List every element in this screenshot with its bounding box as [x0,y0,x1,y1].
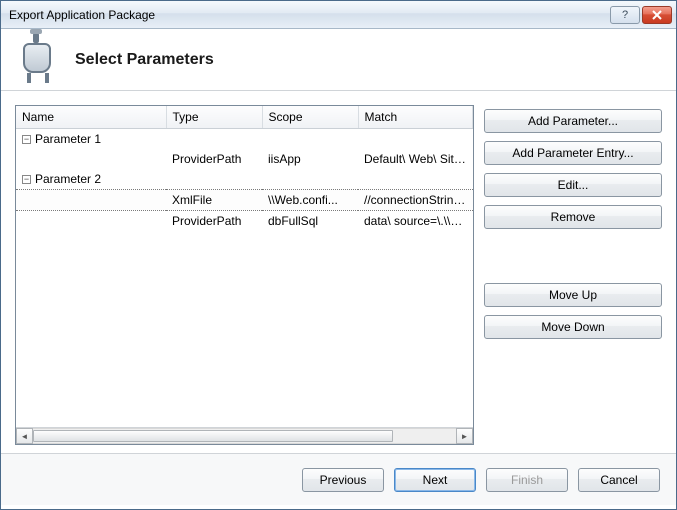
finish-button: Finish [486,468,568,492]
cell-scope [262,169,358,190]
scroll-track[interactable] [33,428,456,444]
page-title: Select Parameters [75,51,214,69]
cell-scope: dbFullSql [262,211,358,232]
scroll-thumb[interactable] [33,430,393,442]
cancel-button[interactable]: Cancel [578,468,660,492]
table-row-selected[interactable]: XmlFile \\Web.confi... //connectionStrin… [16,190,473,211]
window-title: Export Application Package [9,8,608,22]
parameters-grid: Name Type Scope Match −Parameter 1 [15,105,474,445]
column-header-row: Name Type Scope Match [16,106,473,129]
cell-name: Parameter 2 [35,172,101,186]
table-row[interactable]: −Parameter 2 [16,169,473,190]
cell-scope [262,129,358,150]
cell-type: XmlFile [166,190,262,211]
package-icon [17,39,59,81]
horizontal-scrollbar[interactable]: ◄ ► [16,427,473,444]
add-parameter-button[interactable]: Add Parameter... [484,109,662,133]
col-scope[interactable]: Scope [262,106,358,129]
cell-name: Parameter 1 [35,132,101,146]
cell-match: //connectionStrings/ [358,190,473,211]
cell-scope: iisApp [262,149,358,169]
col-type[interactable]: Type [166,106,262,129]
col-name[interactable]: Name [16,106,166,129]
move-up-button[interactable]: Move Up [484,283,662,307]
cell-scope: \\Web.confi... [262,190,358,211]
cell-match [358,129,473,150]
wizard-header: Select Parameters [1,29,676,91]
edit-button[interactable]: Edit... [484,173,662,197]
grid-viewport: Name Type Scope Match −Parameter 1 [16,106,473,427]
move-down-button[interactable]: Move Down [484,315,662,339]
side-buttons: Add Parameter... Add Parameter Entry... … [484,105,662,445]
remove-button[interactable]: Remove [484,205,662,229]
wizard-footer: Previous Next Finish Cancel [1,453,676,505]
content-area: Name Type Scope Match −Parameter 1 [1,91,676,453]
cell-match: Default\ Web\ Site/M [358,149,473,169]
add-parameter-entry-button[interactable]: Add Parameter Entry... [484,141,662,165]
button-spacer [484,237,662,275]
table-row[interactable]: ProviderPath dbFullSql data\ source=\.\\… [16,211,473,232]
col-match[interactable]: Match [358,106,473,129]
cell-type [166,169,262,190]
previous-button[interactable]: Previous [302,468,384,492]
title-bar: Export Application Package ? [1,1,676,29]
table-row[interactable]: −Parameter 1 [16,129,473,150]
cell-match [358,169,473,190]
collapse-icon[interactable]: − [22,175,31,184]
cell-type: ProviderPath [166,211,262,232]
window-controls: ? [608,6,672,24]
help-button[interactable]: ? [610,6,640,24]
table-row[interactable]: ProviderPath iisApp Default\ Web\ Site/M [16,149,473,169]
cell-type [166,129,262,150]
cell-type: ProviderPath [166,149,262,169]
close-button[interactable] [642,6,672,24]
collapse-icon[interactable]: − [22,135,31,144]
close-icon [652,10,662,20]
cell-match: data\ source=\.\\SQ [358,211,473,232]
next-button[interactable]: Next [394,468,476,492]
scroll-left-icon[interactable]: ◄ [16,428,33,444]
scroll-right-icon[interactable]: ► [456,428,473,444]
